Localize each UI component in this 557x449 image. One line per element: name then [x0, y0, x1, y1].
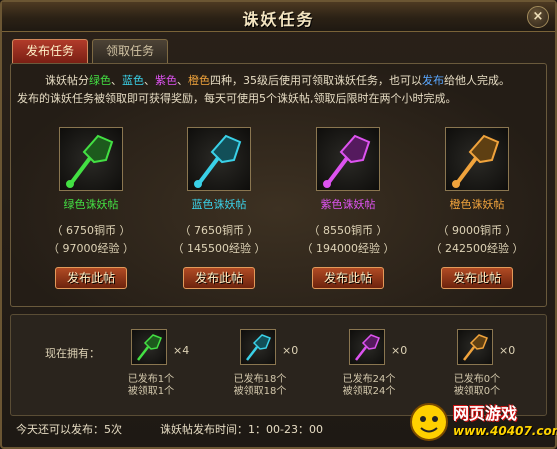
- owned-label: 现在拥有：: [45, 347, 100, 360]
- card-copper: （ 6750铜币 ）: [51, 224, 131, 237]
- card-name: 紫色诛妖帖: [320, 198, 376, 211]
- owned-stats: 已发布18个 被领取18个: [230, 374, 290, 398]
- claimed-count: 被领取0个: [453, 386, 501, 397]
- card-name: 绿色诛妖帖: [63, 198, 119, 211]
- publish-blue-button[interactable]: 发布此帖: [183, 267, 255, 289]
- card-copper: （ 8550铜币 ）: [308, 224, 388, 237]
- card-green: 绿色诛妖帖 （ 6750铜币 ） （ 97000经验 ） 发布此帖: [37, 127, 145, 289]
- intro-publish-link[interactable]: 发布: [422, 74, 444, 87]
- tab-bar: 发布任务 领取任务: [12, 39, 172, 63]
- intro-text-a: 诛妖帖分: [45, 74, 89, 87]
- watermark-url: www.40407.com: [453, 424, 557, 438]
- task-window: 诛妖任务 × 发布任务 领取任务 诛妖帖分绿色、蓝色、紫色、橙色四种，35级后使…: [0, 0, 557, 449]
- site-watermark: 网页游戏 www.40407.com: [407, 398, 557, 446]
- token-shape: [452, 134, 500, 188]
- intro-line-2: 发布的诛妖任务被领取即可获得奖励，每天可使用5个诛妖帖,领取后限时在两个小时完成…: [17, 92, 457, 105]
- card-name: 橙色诛妖帖: [449, 198, 505, 211]
- intro-line-1: 诛妖帖分绿色、蓝色、紫色、橙色四种，35级后使用可领取诛妖任务，也可以发布给他人…: [17, 72, 542, 90]
- publish-panel: 诛妖帖分绿色、蓝色、紫色、橙色四种，35级后使用可领取诛妖任务，也可以发布给他人…: [10, 63, 547, 307]
- card-exp: （ 194000经验 ）: [301, 242, 395, 255]
- purple-token-icon: [316, 127, 380, 191]
- green-token-icon: [59, 127, 123, 191]
- owned-stats: 已发布0个 被领取0个: [447, 374, 507, 398]
- published-count: 已发布1个: [127, 374, 175, 385]
- claimed-count: 被领取24个: [342, 386, 396, 397]
- tab-publish-task[interactable]: 发布任务: [12, 39, 89, 63]
- close-button[interactable]: ×: [527, 6, 549, 28]
- card-exp: （ 242500经验 ）: [430, 242, 524, 255]
- card-copper: （ 7650铜币 ）: [179, 224, 259, 237]
- intro-orange: 橙色: [188, 74, 210, 87]
- token-shape: [194, 134, 242, 188]
- publish-green-button[interactable]: 发布此帖: [55, 267, 127, 289]
- publish-time-window: 诛妖帖发布时间：1：00-23：00: [160, 423, 323, 436]
- blue-token-icon: [187, 127, 251, 191]
- card-exp: （ 97000经验 ）: [48, 242, 134, 255]
- intro-purple: 紫色: [155, 74, 177, 87]
- intro-text-c: 给他人完成。: [444, 74, 510, 87]
- close-icon: ×: [532, 9, 544, 24]
- window-title: 诛妖任务: [242, 10, 315, 29]
- tab-claim-task[interactable]: 领取任务: [92, 39, 169, 63]
- published-count: 已发布0个: [453, 374, 501, 385]
- owned-count: ×0: [391, 344, 408, 357]
- orange-token-icon[interactable]: [457, 329, 493, 365]
- green-token-icon[interactable]: [131, 329, 167, 365]
- owned-count: ×0: [499, 344, 516, 357]
- published-count: 已发布18个: [233, 374, 287, 385]
- orange-token-icon: [445, 127, 509, 191]
- watermark-title: 网页游戏: [453, 404, 518, 423]
- publish-purple-button[interactable]: 发布此帖: [312, 267, 384, 289]
- intro-text: 诛妖帖分绿色、蓝色、紫色、橙色四种，35级后使用可领取诛妖任务，也可以发布给他人…: [17, 72, 542, 108]
- card-copper: （ 9000铜币 ）: [437, 224, 517, 237]
- card-blue: 蓝色诛妖帖 （ 7650铜币 ） （ 145500经验 ） 发布此帖: [165, 127, 273, 289]
- intro-sep-1: 、: [111, 74, 122, 87]
- publish-orange-button[interactable]: 发布此帖: [441, 267, 513, 289]
- claimed-count: 被领取1个: [127, 386, 175, 397]
- token-shape: [66, 134, 114, 188]
- blue-token-icon[interactable]: [240, 329, 276, 365]
- published-count: 已发布24个: [342, 374, 396, 385]
- owned-stats: 已发布24个 被领取24个: [339, 374, 399, 398]
- intro-sep-3: 、: [177, 74, 188, 87]
- intro-sep-2: 、: [144, 74, 155, 87]
- remaining-publish-count: 今天还可以发布：5次: [16, 423, 122, 436]
- owned-count: ×4: [173, 344, 190, 357]
- token-shape: [323, 134, 371, 188]
- card-purple: 紫色诛妖帖 （ 8550铜币 ） （ 194000经验 ） 发布此帖: [294, 127, 402, 289]
- card-exp: （ 145500经验 ）: [172, 242, 266, 255]
- owned-count: ×0: [282, 344, 299, 357]
- claimed-count: 被领取18个: [233, 386, 287, 397]
- intro-green: 绿色: [89, 74, 111, 87]
- owned-stats: 已发布1个 被领取1个: [121, 374, 181, 398]
- mascot-icon: [410, 403, 448, 441]
- card-name: 蓝色诛妖帖: [191, 198, 247, 211]
- purple-token-icon[interactable]: [349, 329, 385, 365]
- title-bar: 诛妖任务 ×: [2, 2, 555, 32]
- card-orange: 橙色诛妖帖 （ 9000铜币 ） （ 242500经验 ） 发布此帖: [423, 127, 531, 289]
- intro-cyan: 蓝色: [122, 74, 144, 87]
- intro-text-b: 四种，35级后使用可领取诛妖任务，也可以: [210, 74, 422, 87]
